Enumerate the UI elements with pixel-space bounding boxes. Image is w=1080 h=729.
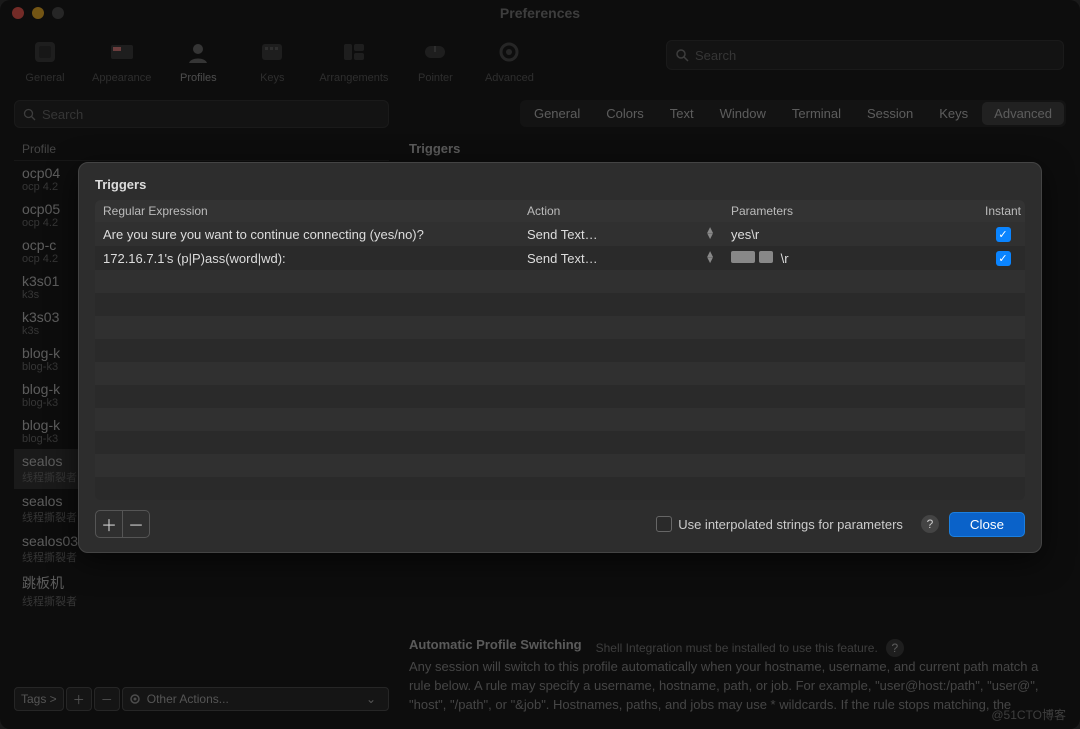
add-trigger-button[interactable]: ＋ xyxy=(95,510,123,538)
checkbox-icon xyxy=(656,516,672,532)
table-row[interactable] xyxy=(95,385,1025,408)
chevron-updown-icon: ▲▼ xyxy=(705,228,715,240)
table-row[interactable] xyxy=(95,316,1025,339)
modal-footer: ＋ － Use interpolated strings for paramet… xyxy=(95,510,1025,538)
table-row[interactable]: 172.16.7.1's (p|P)ass(word|wd):Send Text… xyxy=(95,246,1025,270)
table-row[interactable] xyxy=(95,270,1025,293)
col-instant[interactable]: Instant xyxy=(967,200,1039,222)
table-row[interactable] xyxy=(95,454,1025,477)
action-select[interactable]: Send Text…▲▼ xyxy=(519,223,723,246)
table-row[interactable] xyxy=(95,362,1025,385)
triggers-table-body[interactable]: Are you sure you want to continue connec… xyxy=(95,222,1025,500)
modal-title: Triggers xyxy=(95,177,1025,192)
table-row[interactable] xyxy=(95,431,1025,454)
triggers-table-header: Regular Expression Action Parameters Ins… xyxy=(95,200,1025,222)
chevron-updown-icon: ▲▼ xyxy=(705,252,715,264)
instant-checkbox[interactable]: ✓ xyxy=(996,251,1011,266)
table-row[interactable] xyxy=(95,293,1025,316)
triggers-modal: Triggers Regular Expression Action Param… xyxy=(78,162,1042,553)
close-button[interactable]: Close xyxy=(949,512,1025,537)
table-row[interactable] xyxy=(95,408,1025,431)
action-select[interactable]: Send Text…▲▼ xyxy=(519,247,723,270)
table-row[interactable] xyxy=(95,339,1025,362)
help-icon[interactable]: ? xyxy=(921,515,939,533)
table-row[interactable] xyxy=(95,477,1025,500)
remove-trigger-button[interactable]: － xyxy=(123,510,150,538)
col-params[interactable]: Parameters xyxy=(723,200,967,222)
col-regex[interactable]: Regular Expression xyxy=(95,200,519,222)
table-row[interactable]: Are you sure you want to continue connec… xyxy=(95,222,1025,246)
instant-checkbox[interactable]: ✓ xyxy=(996,227,1011,242)
interp-checkbox[interactable]: Use interpolated strings for parameters xyxy=(656,516,903,532)
col-action[interactable]: Action xyxy=(519,200,723,222)
